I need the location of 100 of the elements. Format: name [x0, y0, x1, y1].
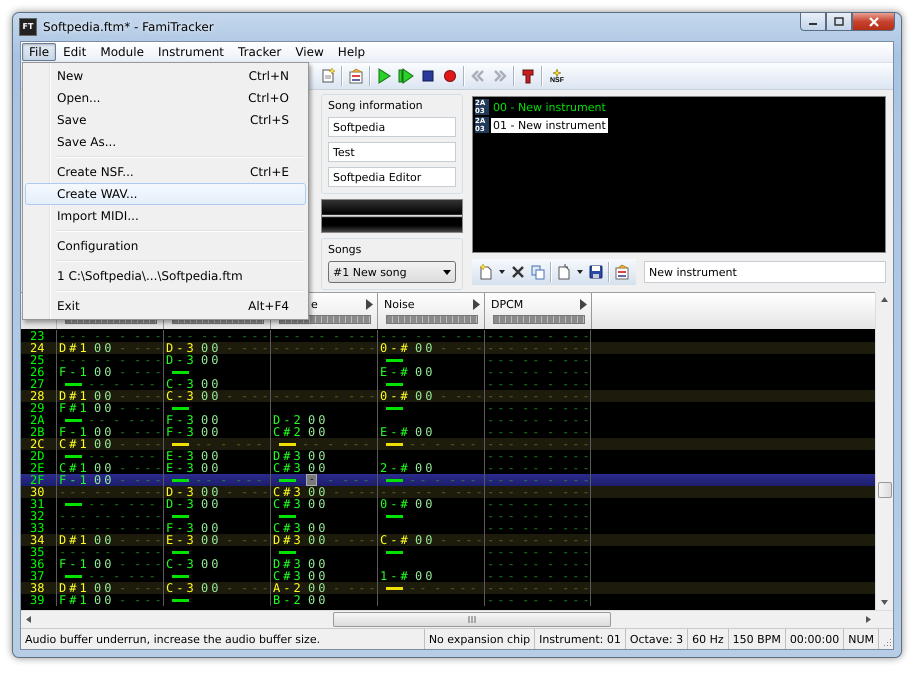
menu-item[interactable]: Open... Ctrl+O	[25, 87, 306, 109]
pattern-cell-text: A-2 00 - ---	[273, 582, 380, 594]
pattern-cell-text: C-3 00 - ---	[166, 390, 273, 402]
pattern-cell-text: --- -- - ---	[59, 330, 166, 342]
pattern-cell-text: -- - ---	[195, 438, 267, 450]
properties-icon	[348, 68, 364, 84]
row-number: 34	[29, 534, 46, 546]
pattern-cell-text: E-3 00	[166, 450, 222, 462]
pattern-cell-text: --- -- - ---	[487, 438, 594, 450]
text-field[interactable]: Softpedia	[328, 117, 456, 137]
text-field[interactable]: Test	[328, 142, 456, 162]
minimize-button[interactable]	[800, 12, 826, 31]
menu-item[interactable]: Module	[93, 43, 151, 61]
pattern-cell-text: --- -- - ---	[273, 342, 380, 354]
instrument-item[interactable]: 01 - New instrument	[491, 118, 608, 132]
menu-item[interactable]: Save As...	[25, 131, 306, 153]
menu-item[interactable]: File	[22, 43, 56, 61]
pattern-cell-text: -- - ---	[409, 438, 481, 450]
row-number: 23	[29, 330, 46, 342]
row-number: 24	[29, 342, 46, 354]
pattern-cell-text: --- -- - ---	[487, 546, 594, 558]
right-triangle-icon	[366, 298, 373, 310]
pattern-cell-text: --- -- - ---	[59, 486, 166, 498]
note-off-bar	[65, 502, 82, 506]
note-off-bar	[65, 574, 82, 578]
status-text: Instrument: 01	[535, 629, 626, 649]
pattern-cell-text: D#1 00 - ---	[59, 390, 166, 402]
pattern-cell-text: --- -- - ---	[487, 486, 594, 498]
pattern-cell-text: F#1 00 - ---	[59, 402, 166, 414]
pattern-cell-text: C#3 00	[273, 570, 330, 582]
channel-header[interactable]: DPCM	[485, 293, 592, 329]
pattern-cell-text: --- -- - ---	[487, 558, 594, 570]
close-button[interactable]	[852, 12, 895, 31]
pattern-cell-text: --- -- - ---	[487, 330, 594, 342]
menu-item[interactable]: Import MIDI...	[25, 205, 306, 227]
pattern-cell-text: --- -- - ---	[487, 450, 594, 462]
row-number: 30	[29, 486, 46, 498]
song-dropdown[interactable]: #1 New song	[328, 261, 456, 283]
pattern-cell-text: --- -- - ---	[487, 570, 594, 582]
scroll-down-icon	[881, 600, 888, 605]
menu-item[interactable]: Instrument	[150, 43, 232, 61]
pattern-cell-text: --- -- - ---	[487, 582, 594, 594]
group-title: Songs	[328, 243, 362, 256]
menu-item[interactable]: View	[288, 43, 331, 61]
pattern-cell-text: F-3 00	[166, 426, 222, 438]
new-document-icon	[478, 264, 494, 280]
pattern-cell-text: E-3 00	[166, 462, 222, 474]
pattern-cell-text: --- -- - ---	[380, 486, 487, 498]
row-number: 36	[29, 558, 46, 570]
vertical-scrollbar[interactable]	[875, 292, 893, 610]
menu-item[interactable]: Help	[330, 43, 372, 61]
pattern-cell-text: --- -- - ---	[487, 534, 594, 546]
pattern-cell-text: --- -- - ---	[487, 366, 594, 378]
pattern-cell-text: - ---	[327, 474, 374, 486]
menu-item[interactable]: Configuration	[25, 235, 306, 257]
pattern-cell-text: 0-# 00	[380, 498, 436, 510]
menu-item[interactable]: Save Ctrl+S	[25, 109, 306, 131]
pattern-cell-text: --- -- - ---	[487, 390, 594, 402]
pattern-cell-text: C#3 00	[273, 462, 330, 474]
menu-item[interactable]: New Ctrl+N	[25, 65, 306, 87]
star-icon	[553, 68, 561, 76]
pattern-cell-text: B-2 00	[273, 594, 330, 606]
menu-item[interactable]: Tracker	[231, 43, 288, 61]
row-number: 38	[29, 582, 46, 594]
pattern-cell-text: -- - ---	[195, 474, 267, 486]
menu-item[interactable]: 1 C:\Softpedia\...\Softpedia.ftm	[25, 265, 306, 287]
note-off-bar	[386, 406, 403, 410]
pattern-cell-text: --- -- - ---	[487, 594, 594, 606]
channel-header[interactable]: Noise	[378, 293, 485, 329]
pattern-cell-text: E-# 00	[380, 426, 436, 438]
pattern-cell-text: --- -- - ---	[487, 426, 594, 438]
instrument-item[interactable]: 00 - New instrument	[491, 100, 608, 114]
note-off-bar	[172, 598, 189, 602]
pattern-cell-text: C#2 00	[273, 426, 330, 438]
pattern-cell-text: 2-# 00	[380, 462, 436, 474]
pattern-cell-text: --- -- - ---	[487, 402, 594, 414]
play-pattern-icon	[398, 68, 414, 84]
menu-item[interactable]: Create WAV...	[25, 183, 306, 205]
close-icon	[868, 16, 880, 26]
menu-item[interactable]: Edit	[56, 43, 94, 61]
maximize-button[interactable]	[826, 12, 852, 31]
scroll-thumb[interactable]	[333, 612, 611, 627]
pattern-cell-text: D#3 00 - ---	[273, 534, 380, 546]
pattern-cell-text: --- -- - ---	[487, 510, 594, 522]
note-off-bar	[172, 442, 189, 446]
pattern-cell-text: --- -- - ---	[487, 498, 594, 510]
instrument-name-field[interactable]: New instrument	[644, 261, 886, 283]
pattern-cell-text: E-3 00 - ---	[166, 534, 273, 546]
pattern-cell-text: --- -- - ---	[487, 354, 594, 366]
row-number: 27	[29, 378, 46, 390]
note-off-bar	[386, 514, 403, 518]
text-field[interactable]: Softpedia Editor	[328, 167, 456, 187]
scroll-thumb[interactable]	[878, 482, 892, 498]
properties-icon	[614, 264, 630, 280]
menu-item[interactable]: Create NSF... Ctrl+E	[25, 161, 306, 183]
maximize-icon	[834, 17, 844, 26]
row-number: 26	[29, 366, 46, 378]
new-document-icon	[320, 68, 336, 84]
edit-cursor[interactable]: -	[306, 474, 317, 486]
pattern-cell-text: D-3 00 - ---	[166, 342, 273, 354]
